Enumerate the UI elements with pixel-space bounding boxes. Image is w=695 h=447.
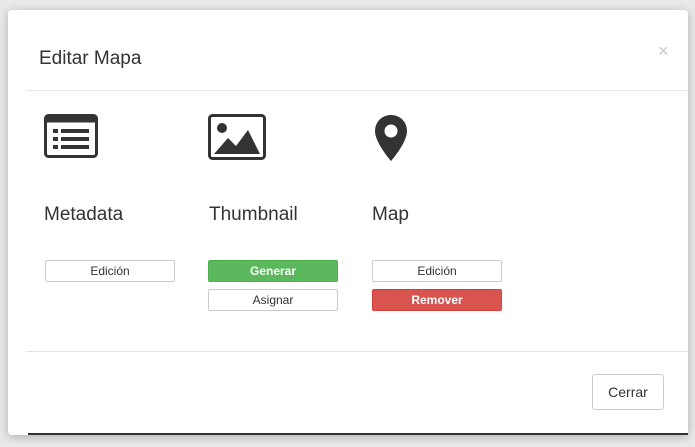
section-label: Thumbnail [209, 204, 298, 225]
image-icon [208, 114, 266, 165]
map-marker-icon [374, 114, 408, 167]
list-icon [44, 114, 98, 163]
close-icon[interactable]: × [658, 41, 669, 62]
header-divider [26, 90, 688, 91]
footer-divider [26, 351, 688, 352]
metadata-edit-button[interactable]: Edición [45, 260, 175, 282]
background-edge [28, 433, 688, 435]
dialog-title: Editar Mapa [39, 48, 142, 69]
map-edit-button[interactable]: Edición [372, 260, 502, 282]
section-label: Map [372, 204, 409, 225]
edit-map-dialog: Editar Mapa × Metadata Edición Thumbnail… [8, 10, 688, 435]
section-label: Metadata [44, 204, 124, 225]
remove-map-button[interactable]: Remover [372, 289, 502, 311]
generate-thumbnail-button[interactable]: Generar [208, 260, 338, 282]
close-button[interactable]: Cerrar [592, 374, 664, 410]
assign-thumbnail-button[interactable]: Asignar [208, 289, 338, 311]
